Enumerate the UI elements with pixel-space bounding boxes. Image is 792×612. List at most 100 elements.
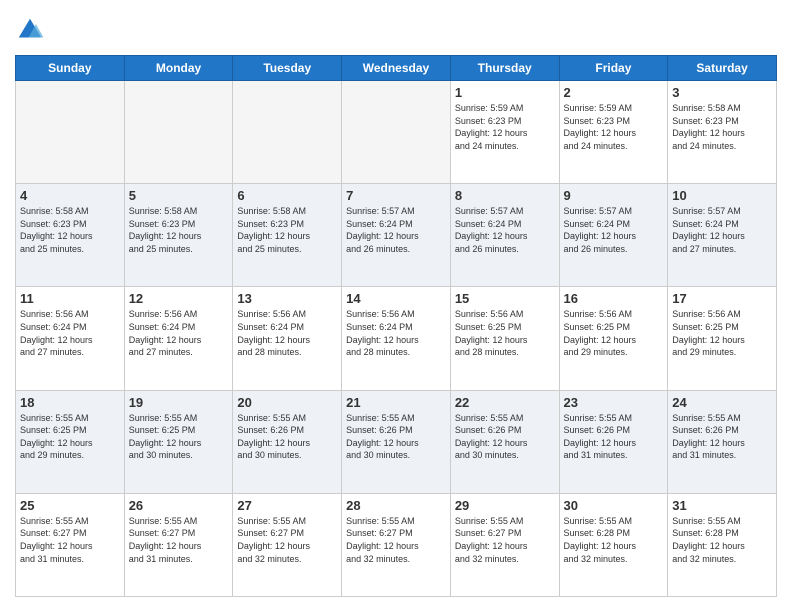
logo-icon	[15, 15, 45, 45]
calendar-day-header: Monday	[124, 56, 233, 81]
calendar-day-cell: 12Sunrise: 5:56 AM Sunset: 6:24 PM Dayli…	[124, 287, 233, 390]
calendar-day-cell	[233, 81, 342, 184]
day-number: 4	[20, 188, 120, 203]
calendar-day-header: Tuesday	[233, 56, 342, 81]
calendar-day-cell: 19Sunrise: 5:55 AM Sunset: 6:25 PM Dayli…	[124, 390, 233, 493]
day-number: 5	[129, 188, 229, 203]
day-number: 28	[346, 498, 446, 513]
day-info: Sunrise: 5:56 AM Sunset: 6:24 PM Dayligh…	[20, 308, 120, 358]
calendar-day-cell: 22 Sunrise: 5:55 AM Sunset: 6:26 PM Dayli…	[450, 390, 559, 493]
day-info: Sunrise: 5:57 AM Sunset: 6:24 PM Dayligh…	[455, 205, 555, 255]
calendar-day-cell: 28 Sunrise: 5:55 AM Sunset: 6:27 PM Dayli…	[342, 493, 451, 596]
day-number: 17	[672, 291, 772, 306]
calendar-day-cell: 21Sunrise: 5:55 AM Sunset: 6:26 PM Dayli…	[342, 390, 451, 493]
day-number: 23	[564, 395, 664, 410]
calendar-day-cell: 13Sunrise: 5:56 AM Sunset: 6:24 PM Dayli…	[233, 287, 342, 390]
calendar-day-cell: 11 Sunrise: 5:56 AM Sunset: 6:24 PM Dayli…	[16, 287, 125, 390]
calendar-day-header: Friday	[559, 56, 668, 81]
day-number: 6	[237, 188, 337, 203]
day-number: 10	[672, 188, 772, 203]
page: SundayMondayTuesdayWednesdayThursdayFrid…	[0, 0, 792, 612]
calendar-day-cell: 15 Sunrise: 5:56 AM Sunset: 6:25 PM Dayli…	[450, 287, 559, 390]
calendar-day-cell	[124, 81, 233, 184]
calendar-day-cell: 6 Sunrise: 5:58 AM Sunset: 6:23 PM Daylig…	[233, 184, 342, 287]
calendar-day-cell: 23 Sunrise: 5:55 AM Sunset: 6:26 PM Dayli…	[559, 390, 668, 493]
calendar-day-header: Saturday	[668, 56, 777, 81]
calendar-day-cell: 9 Sunrise: 5:57 AM Sunset: 6:24 PM Daylig…	[559, 184, 668, 287]
day-number: 24	[672, 395, 772, 410]
day-number: 7	[346, 188, 446, 203]
calendar-week-row: 25 Sunrise: 5:55 AM Sunset: 6:27 PM Dayli…	[16, 493, 777, 596]
day-info: Sunrise: 5:56 AM Sunset: 6:25 PM Dayligh…	[455, 308, 555, 358]
day-info: Sunrise: 5:55 AM Sunset: 6:27 PM Dayligh…	[20, 515, 120, 565]
calendar-week-row: 4 Sunrise: 5:58 AM Sunset: 6:23 PM Daylig…	[16, 184, 777, 287]
calendar-day-cell: 7 Sunrise: 5:57 AM Sunset: 6:24 PM Daylig…	[342, 184, 451, 287]
calendar-day-cell	[342, 81, 451, 184]
day-number: 16	[564, 291, 664, 306]
calendar-day-cell: 14 Sunrise: 5:56 AM Sunset: 6:24 PM Dayli…	[342, 287, 451, 390]
calendar-header-row: SundayMondayTuesdayWednesdayThursdayFrid…	[16, 56, 777, 81]
calendar-day-cell: 26Sunrise: 5:55 AM Sunset: 6:27 PM Dayli…	[124, 493, 233, 596]
day-info: Sunrise: 5:55 AM Sunset: 6:27 PM Dayligh…	[129, 515, 229, 565]
day-info: Sunrise: 5:55 AM Sunset: 6:27 PM Dayligh…	[237, 515, 337, 565]
day-number: 8	[455, 188, 555, 203]
day-info: Sunrise: 5:59 AM Sunset: 6:23 PM Dayligh…	[455, 102, 555, 152]
calendar-day-cell: 17 Sunrise: 5:56 AM Sunset: 6:25 PM Dayli…	[668, 287, 777, 390]
calendar-week-row: 1 Sunrise: 5:59 AM Sunset: 6:23 PM Daylig…	[16, 81, 777, 184]
calendar-day-cell: 1 Sunrise: 5:59 AM Sunset: 6:23 PM Daylig…	[450, 81, 559, 184]
calendar-day-cell: 4 Sunrise: 5:58 AM Sunset: 6:23 PM Daylig…	[16, 184, 125, 287]
day-info: Sunrise: 5:56 AM Sunset: 6:25 PM Dayligh…	[672, 308, 772, 358]
day-info: Sunrise: 5:57 AM Sunset: 6:24 PM Dayligh…	[346, 205, 446, 255]
calendar-day-header: Sunday	[16, 56, 125, 81]
day-info: Sunrise: 5:55 AM Sunset: 6:28 PM Dayligh…	[672, 515, 772, 565]
calendar-day-header: Thursday	[450, 56, 559, 81]
day-number: 22	[455, 395, 555, 410]
day-info: Sunrise: 5:57 AM Sunset: 6:24 PM Dayligh…	[672, 205, 772, 255]
day-number: 20	[237, 395, 337, 410]
calendar-day-cell: 10 Sunrise: 5:57 AM Sunset: 6:24 PM Dayli…	[668, 184, 777, 287]
day-number: 31	[672, 498, 772, 513]
calendar-day-cell	[16, 81, 125, 184]
calendar-day-cell: 30 Sunrise: 5:55 AM Sunset: 6:28 PM Dayli…	[559, 493, 668, 596]
day-info: Sunrise: 5:55 AM Sunset: 6:26 PM Dayligh…	[455, 412, 555, 462]
day-info: Sunrise: 5:55 AM Sunset: 6:26 PM Dayligh…	[564, 412, 664, 462]
calendar-day-cell: 8 Sunrise: 5:57 AM Sunset: 6:24 PM Daylig…	[450, 184, 559, 287]
day-number: 13	[237, 291, 337, 306]
calendar-week-row: 11 Sunrise: 5:56 AM Sunset: 6:24 PM Dayli…	[16, 287, 777, 390]
day-info: Sunrise: 5:58 AM Sunset: 6:23 PM Dayligh…	[237, 205, 337, 255]
day-number: 9	[564, 188, 664, 203]
calendar-day-cell: 2Sunrise: 5:59 AM Sunset: 6:23 PM Daylig…	[559, 81, 668, 184]
day-number: 15	[455, 291, 555, 306]
day-info: Sunrise: 5:56 AM Sunset: 6:24 PM Dayligh…	[346, 308, 446, 358]
day-info: Sunrise: 5:55 AM Sunset: 6:26 PM Dayligh…	[346, 412, 446, 462]
day-info: Sunrise: 5:58 AM Sunset: 6:23 PM Dayligh…	[672, 102, 772, 152]
calendar-table: SundayMondayTuesdayWednesdayThursdayFrid…	[15, 55, 777, 597]
logo	[15, 15, 50, 45]
calendar-day-cell: 5 Sunrise: 5:58 AM Sunset: 6:23 PM Daylig…	[124, 184, 233, 287]
day-info: Sunrise: 5:55 AM Sunset: 6:28 PM Dayligh…	[564, 515, 664, 565]
day-number: 30	[564, 498, 664, 513]
day-info: Sunrise: 5:57 AM Sunset: 6:24 PM Dayligh…	[564, 205, 664, 255]
calendar-day-cell: 3 Sunrise: 5:58 AM Sunset: 6:23 PM Daylig…	[668, 81, 777, 184]
day-number: 29	[455, 498, 555, 513]
day-info: Sunrise: 5:58 AM Sunset: 6:23 PM Dayligh…	[129, 205, 229, 255]
day-number: 14	[346, 291, 446, 306]
calendar-day-cell: 24Sunrise: 5:55 AM Sunset: 6:26 PM Dayli…	[668, 390, 777, 493]
day-number: 25	[20, 498, 120, 513]
calendar-day-cell: 20Sunrise: 5:55 AM Sunset: 6:26 PM Dayli…	[233, 390, 342, 493]
calendar-day-cell: 16 Sunrise: 5:56 AM Sunset: 6:25 PM Dayli…	[559, 287, 668, 390]
day-number: 1	[455, 85, 555, 100]
day-number: 3	[672, 85, 772, 100]
calendar-day-cell: 25 Sunrise: 5:55 AM Sunset: 6:27 PM Dayli…	[16, 493, 125, 596]
day-info: Sunrise: 5:55 AM Sunset: 6:27 PM Dayligh…	[346, 515, 446, 565]
day-number: 27	[237, 498, 337, 513]
day-info: Sunrise: 5:56 AM Sunset: 6:25 PM Dayligh…	[564, 308, 664, 358]
calendar-day-cell: 31 Sunrise: 5:55 AM Sunset: 6:28 PM Dayli…	[668, 493, 777, 596]
header	[15, 15, 777, 45]
day-number: 19	[129, 395, 229, 410]
day-info: Sunrise: 5:58 AM Sunset: 6:23 PM Dayligh…	[20, 205, 120, 255]
calendar-day-cell: 18Sunrise: 5:55 AM Sunset: 6:25 PM Dayli…	[16, 390, 125, 493]
day-number: 18	[20, 395, 120, 410]
day-number: 11	[20, 291, 120, 306]
calendar-day-cell: 27 Sunrise: 5:55 AM Sunset: 6:27 PM Dayli…	[233, 493, 342, 596]
